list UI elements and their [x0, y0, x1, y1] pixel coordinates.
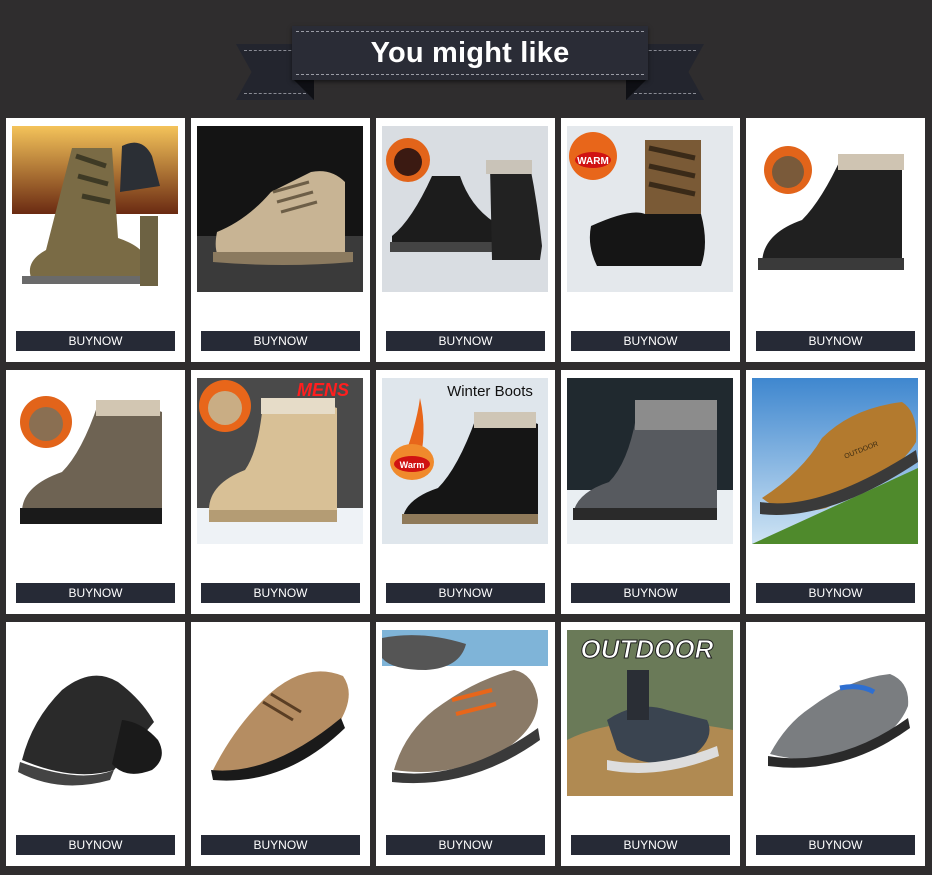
buy-now-button[interactable]: BUYNOW	[756, 583, 915, 603]
product-card[interactable]: BUYNOW	[376, 118, 555, 362]
winter-boots-caption: Winter Boots	[447, 383, 533, 400]
section-banner: You might like	[236, 24, 704, 102]
product-image[interactable]: MENS	[197, 378, 363, 544]
product-image[interactable]	[382, 126, 548, 292]
product-image[interactable]	[752, 630, 918, 796]
buy-now-button[interactable]: BUYNOW	[386, 835, 545, 855]
product-card[interactable]: BUYNOW	[6, 622, 185, 866]
product-card[interactable]: BUYNOW	[191, 622, 370, 866]
product-card[interactable]: BUYNOW	[376, 622, 555, 866]
buy-now-button[interactable]: BUYNOW	[571, 835, 730, 855]
product-image[interactable]	[382, 630, 548, 796]
product-card[interactable]: WARM BUYNOW	[561, 118, 740, 362]
product-card[interactable]: BUYNOW	[6, 118, 185, 362]
buy-now-button[interactable]: BUYNOW	[16, 583, 175, 603]
mens-badge: MENS	[297, 380, 349, 400]
product-image[interactable]	[12, 630, 178, 796]
buy-now-button[interactable]: BUYNOW	[386, 583, 545, 603]
product-image[interactable]	[567, 378, 733, 544]
buy-now-button[interactable]: BUYNOW	[756, 835, 915, 855]
product-image[interactable]: OUTDOOR	[567, 630, 733, 796]
product-image[interactable]: OUTDOOR	[752, 378, 918, 544]
product-image[interactable]	[12, 126, 178, 292]
product-card[interactable]: MENS BUYNOW	[191, 370, 370, 614]
buy-now-button[interactable]: BUYNOW	[201, 835, 360, 855]
product-card[interactable]: OUTDOOR BUYNOW	[746, 370, 925, 614]
ribbon: You might like	[292, 26, 648, 80]
buy-now-button[interactable]: BUYNOW	[16, 835, 175, 855]
buy-now-button[interactable]: BUYNOW	[201, 583, 360, 603]
product-card[interactable]: BUYNOW	[746, 118, 925, 362]
product-image[interactable]	[12, 378, 178, 544]
outdoor-caption: OUTDOOR	[581, 634, 714, 664]
product-image[interactable]	[197, 630, 363, 796]
product-image[interactable]	[197, 126, 363, 292]
product-card[interactable]: BUYNOW	[746, 622, 925, 866]
product-grid: BUYNOW BUYNOW BUYNOW WARM BUYNOW BUYNOW …	[6, 118, 925, 866]
buy-now-button[interactable]: BUYNOW	[756, 331, 915, 351]
buy-now-button[interactable]: BUYNOW	[386, 331, 545, 351]
product-card[interactable]: BUYNOW	[6, 370, 185, 614]
warm-badge: Warm	[400, 460, 425, 470]
buy-now-button[interactable]: BUYNOW	[16, 331, 175, 351]
buy-now-button[interactable]: BUYNOW	[571, 583, 730, 603]
section-title: You might like	[370, 36, 570, 69]
buy-now-button[interactable]: BUYNOW	[201, 331, 360, 351]
warm-badge: WARM	[577, 156, 609, 167]
buy-now-button[interactable]: BUYNOW	[571, 331, 730, 351]
product-image[interactable]: Winter Boots Warm	[382, 378, 548, 544]
product-card[interactable]: OUTDOOR BUYNOW	[561, 622, 740, 866]
product-card[interactable]: BUYNOW	[561, 370, 740, 614]
product-card[interactable]: Winter Boots Warm BUYNOW	[376, 370, 555, 614]
product-card[interactable]: BUYNOW	[191, 118, 370, 362]
product-image[interactable]: WARM	[567, 126, 733, 292]
product-image[interactable]	[752, 126, 918, 292]
